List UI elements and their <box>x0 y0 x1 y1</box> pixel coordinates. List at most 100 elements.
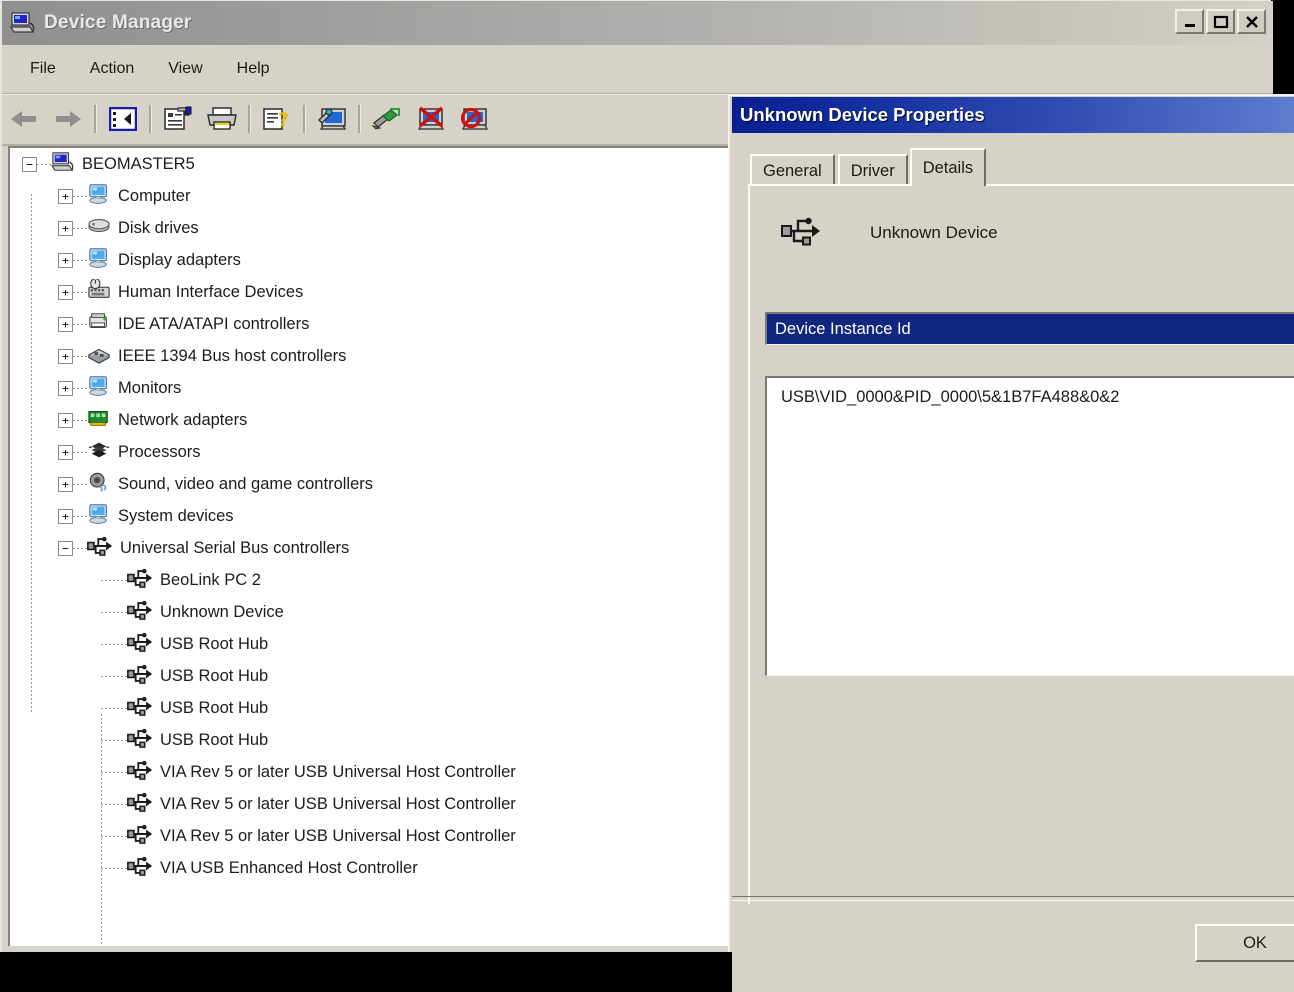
tab-label: General <box>763 161 822 180</box>
usb-icon <box>127 566 153 594</box>
expand-toggle[interactable]: + <box>58 316 73 332</box>
disable-device-icon[interactable] <box>453 99 497 139</box>
menu-file[interactable]: File <box>16 56 70 82</box>
expand-toggle[interactable]: + <box>58 476 73 492</box>
tree-connector <box>101 803 127 805</box>
tree-node-label: VIA Rev 5 or later USB Universal Host Co… <box>160 826 516 845</box>
tab-details[interactable]: Details <box>909 148 987 186</box>
network-adapter-icon <box>87 407 111 433</box>
window-titlebar[interactable]: Device Manager <box>2 1 1273 45</box>
tree-connector <box>73 419 87 421</box>
usb-icon <box>127 630 153 658</box>
forward-icon[interactable] <box>46 99 90 139</box>
details-tab-panel: Unknown Device Device Instance Id USB\VI… <box>748 184 1294 944</box>
tree-connector <box>73 547 87 549</box>
menu-help[interactable]: Help <box>223 56 284 82</box>
tree-connector <box>73 355 87 357</box>
menu-view[interactable]: View <box>154 56 216 82</box>
tree-connector <box>73 387 87 389</box>
back-icon[interactable] <box>2 99 46 139</box>
menubar: File Action View Help <box>2 45 1273 94</box>
expand-toggle[interactable]: + <box>58 220 73 236</box>
collapse-toggle-root[interactable]: − <box>22 156 37 172</box>
expand-toggle[interactable]: + <box>58 380 73 396</box>
usb-icon <box>127 662 153 690</box>
tree-connector <box>101 835 127 837</box>
system-device-icon <box>87 503 111 529</box>
property-select[interactable]: Device Instance Id <box>765 312 1294 345</box>
tree-node-label: Universal Serial Bus controllers <box>120 538 350 557</box>
expand-toggle[interactable]: + <box>58 444 73 460</box>
properties-icon[interactable] <box>156 99 200 139</box>
tree-connector <box>101 739 127 741</box>
display-adapter-icon <box>87 247 111 273</box>
usb-icon <box>127 822 153 850</box>
device-header: Unknown Device <box>780 214 998 252</box>
property-value-listbox[interactable]: USB\VID_0000&PID_0000\5&1B7FA488&0&2 <box>765 376 1294 676</box>
usb-icon <box>127 790 153 818</box>
tree-node-label: IDE ATA/ATAPI controllers <box>118 314 310 333</box>
device-name: Unknown Device <box>870 223 998 242</box>
tab-general[interactable]: General <box>750 154 835 186</box>
maximize-button[interactable] <box>1206 9 1235 34</box>
tab-label: Details <box>922 158 974 177</box>
tree-node-label: Human Interface Devices <box>118 282 304 301</box>
dialog-titlebar[interactable]: Unknown Device Properties <box>732 97 1294 133</box>
expand-toggle[interactable]: + <box>58 188 73 204</box>
toolbar-separator <box>358 105 361 133</box>
minimize-button[interactable] <box>1175 9 1204 34</box>
tab-label: Driver <box>850 161 895 180</box>
tabstrip: General Driver Details <box>750 148 989 186</box>
ide-controller-icon <box>87 311 111 337</box>
expand-toggle[interactable]: + <box>58 284 73 300</box>
tree-node-label: Processors <box>118 442 201 461</box>
print-icon[interactable] <box>200 99 244 139</box>
help-icon[interactable]: ? <box>255 99 299 139</box>
tree-connector <box>101 675 127 677</box>
hid-icon <box>87 277 111 305</box>
usb-icon <box>127 598 153 626</box>
computer-icon <box>51 151 75 177</box>
usb-icon <box>127 758 153 786</box>
tree-connector <box>73 483 87 485</box>
dialog-body: General Driver Details Unknown Device De… <box>732 134 1294 992</box>
tree-node-label: USB Root Hub <box>160 698 269 717</box>
tree-node-label: Network adapters <box>118 410 248 429</box>
update-driver-icon[interactable] <box>365 99 409 139</box>
tab-driver[interactable]: Driver <box>837 154 908 186</box>
ieee1394-icon <box>87 343 111 369</box>
monitor-icon <box>87 375 111 401</box>
expand-toggle[interactable]: + <box>58 348 73 364</box>
tree-connector <box>101 643 127 645</box>
tree-node-label: Unknown Device <box>160 602 284 621</box>
tree-connector <box>73 291 87 293</box>
collapse-toggle[interactable]: − <box>58 540 73 556</box>
tree-node-label: VIA Rev 5 or later USB Universal Host Co… <box>160 762 516 781</box>
usb-icon <box>127 694 153 722</box>
toolbar-separator <box>149 105 152 133</box>
close-button[interactable] <box>1237 9 1266 34</box>
uninstall-device-icon[interactable] <box>409 99 453 139</box>
tree-connector <box>73 451 87 453</box>
computer-node-icon <box>87 183 111 209</box>
menu-action[interactable]: Action <box>76 56 148 82</box>
usb-icon <box>127 854 153 882</box>
ok-button[interactable]: OK <box>1195 924 1294 962</box>
tree-connector <box>73 227 87 229</box>
expand-toggle[interactable]: + <box>58 412 73 428</box>
tree-node-label: Disk drives <box>118 218 199 237</box>
tree-connector <box>101 707 127 709</box>
show-hide-tree-icon[interactable] <box>101 99 145 139</box>
property-select-value: Device Instance Id <box>775 319 911 338</box>
tree-node-label: BEOMASTER5 <box>82 154 195 173</box>
expand-toggle[interactable]: + <box>58 508 73 524</box>
property-value-text: USB\VID_0000&PID_0000\5&1B7FA488&0&2 <box>781 388 1120 406</box>
scan-hardware-changes-icon[interactable] <box>310 99 354 139</box>
tree-connector <box>37 163 51 165</box>
tree-connector <box>101 611 127 613</box>
sound-icon <box>87 471 111 497</box>
expand-toggle[interactable]: + <box>58 252 73 268</box>
tree-node-label: VIA USB Enhanced Host Controller <box>160 858 418 877</box>
toolbar-separator <box>248 105 251 133</box>
tree-node-label: IEEE 1394 Bus host controllers <box>118 346 347 365</box>
